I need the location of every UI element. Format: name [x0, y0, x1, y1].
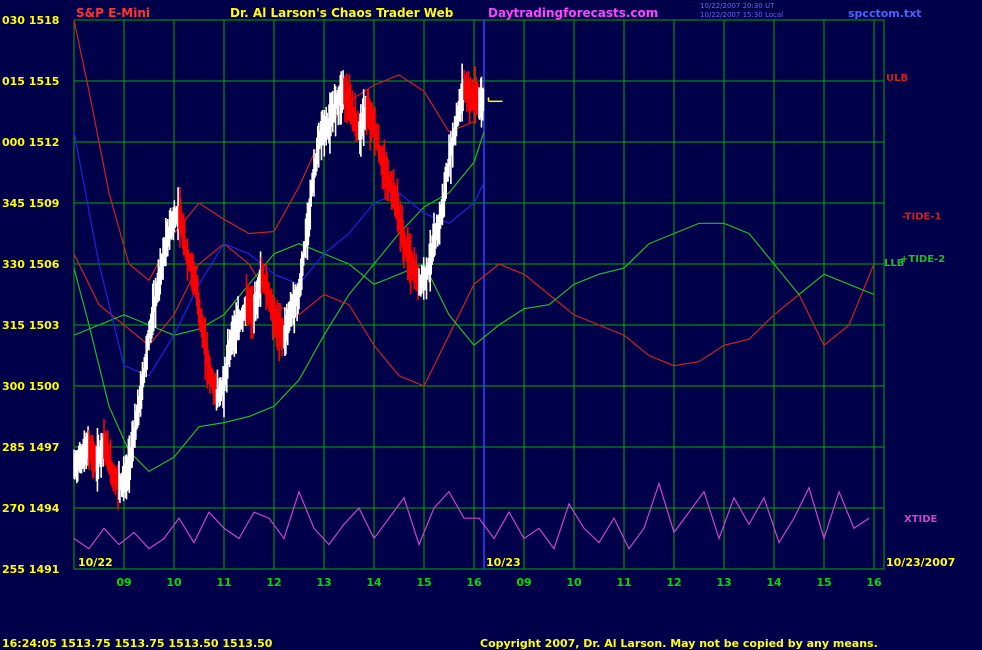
date-label: 10/23/2007	[886, 556, 955, 569]
y-tick-label: 315 1503	[2, 319, 59, 332]
x-tick-label: 16	[866, 576, 882, 589]
x-tick-label: 12	[266, 576, 281, 589]
x-tick-label: 09	[516, 576, 531, 589]
y-tick-label: 345 1509	[2, 197, 59, 210]
x-tick-label: 15	[416, 576, 431, 589]
x-tick-label: 14	[766, 576, 782, 589]
y-tick-label: 300 1500	[2, 380, 60, 393]
site-label: Daytradingforecasts.com	[488, 6, 658, 20]
chart: 030 1518 015 1515 000 1512 345 1509 330 1506…	[2, 2, 955, 650]
date-label: 10/23	[486, 556, 521, 569]
y-tick-label: 000 1512	[2, 136, 59, 149]
x-tick-label: 09	[116, 576, 131, 589]
timestamp-ut: 10/22/2007 20:30 UT	[700, 2, 775, 10]
series-label: LLB	[884, 258, 904, 269]
series-line	[73, 19, 485, 282]
series-label: ULB	[886, 73, 908, 84]
x-tick-label: 15	[816, 576, 831, 589]
x-tick-label: 10	[566, 576, 582, 589]
quote-line: 16:24:05 1513.75 1513.75 1513.50 1513.50	[2, 637, 273, 650]
y-tick-label: 330 1506	[2, 258, 60, 271]
chart-title: Dr. Al Larson's Chaos Trader Web	[230, 6, 454, 20]
instrument-label: S&P E-Mini	[76, 6, 150, 20]
x-tick-label: 13	[716, 576, 731, 589]
series-label: XTIDE	[904, 514, 938, 525]
file-name: spcctom.txt	[848, 7, 922, 20]
x-tick-label: 11	[216, 576, 231, 589]
timestamp-local: 10/22/2007 15:30 Local	[700, 11, 783, 19]
x-tick-label: 16	[466, 576, 482, 589]
x-tick-label: 10	[166, 576, 182, 589]
x-tick-label: 11	[616, 576, 631, 589]
series-label: -TIDE-1	[902, 211, 942, 222]
y-tick-label: 255 1491	[2, 563, 59, 576]
price-bars	[73, 63, 503, 511]
series-line	[73, 481, 870, 550]
y-tick-label: 030 1518	[2, 14, 59, 27]
copyright: Copyright 2007, Dr. Al Larson. May not b…	[480, 637, 878, 650]
y-tick-label: 015 1515	[2, 75, 59, 88]
date-label: 10/22	[78, 556, 113, 569]
x-tick-label: 13	[316, 576, 331, 589]
x-tick-label: 12	[666, 576, 681, 589]
y-tick-label: 270 1494	[2, 502, 60, 515]
series-label: +TIDE-2	[900, 254, 945, 265]
x-tick-label: 14	[366, 576, 382, 589]
y-tick-label: 285 1497	[2, 441, 59, 454]
